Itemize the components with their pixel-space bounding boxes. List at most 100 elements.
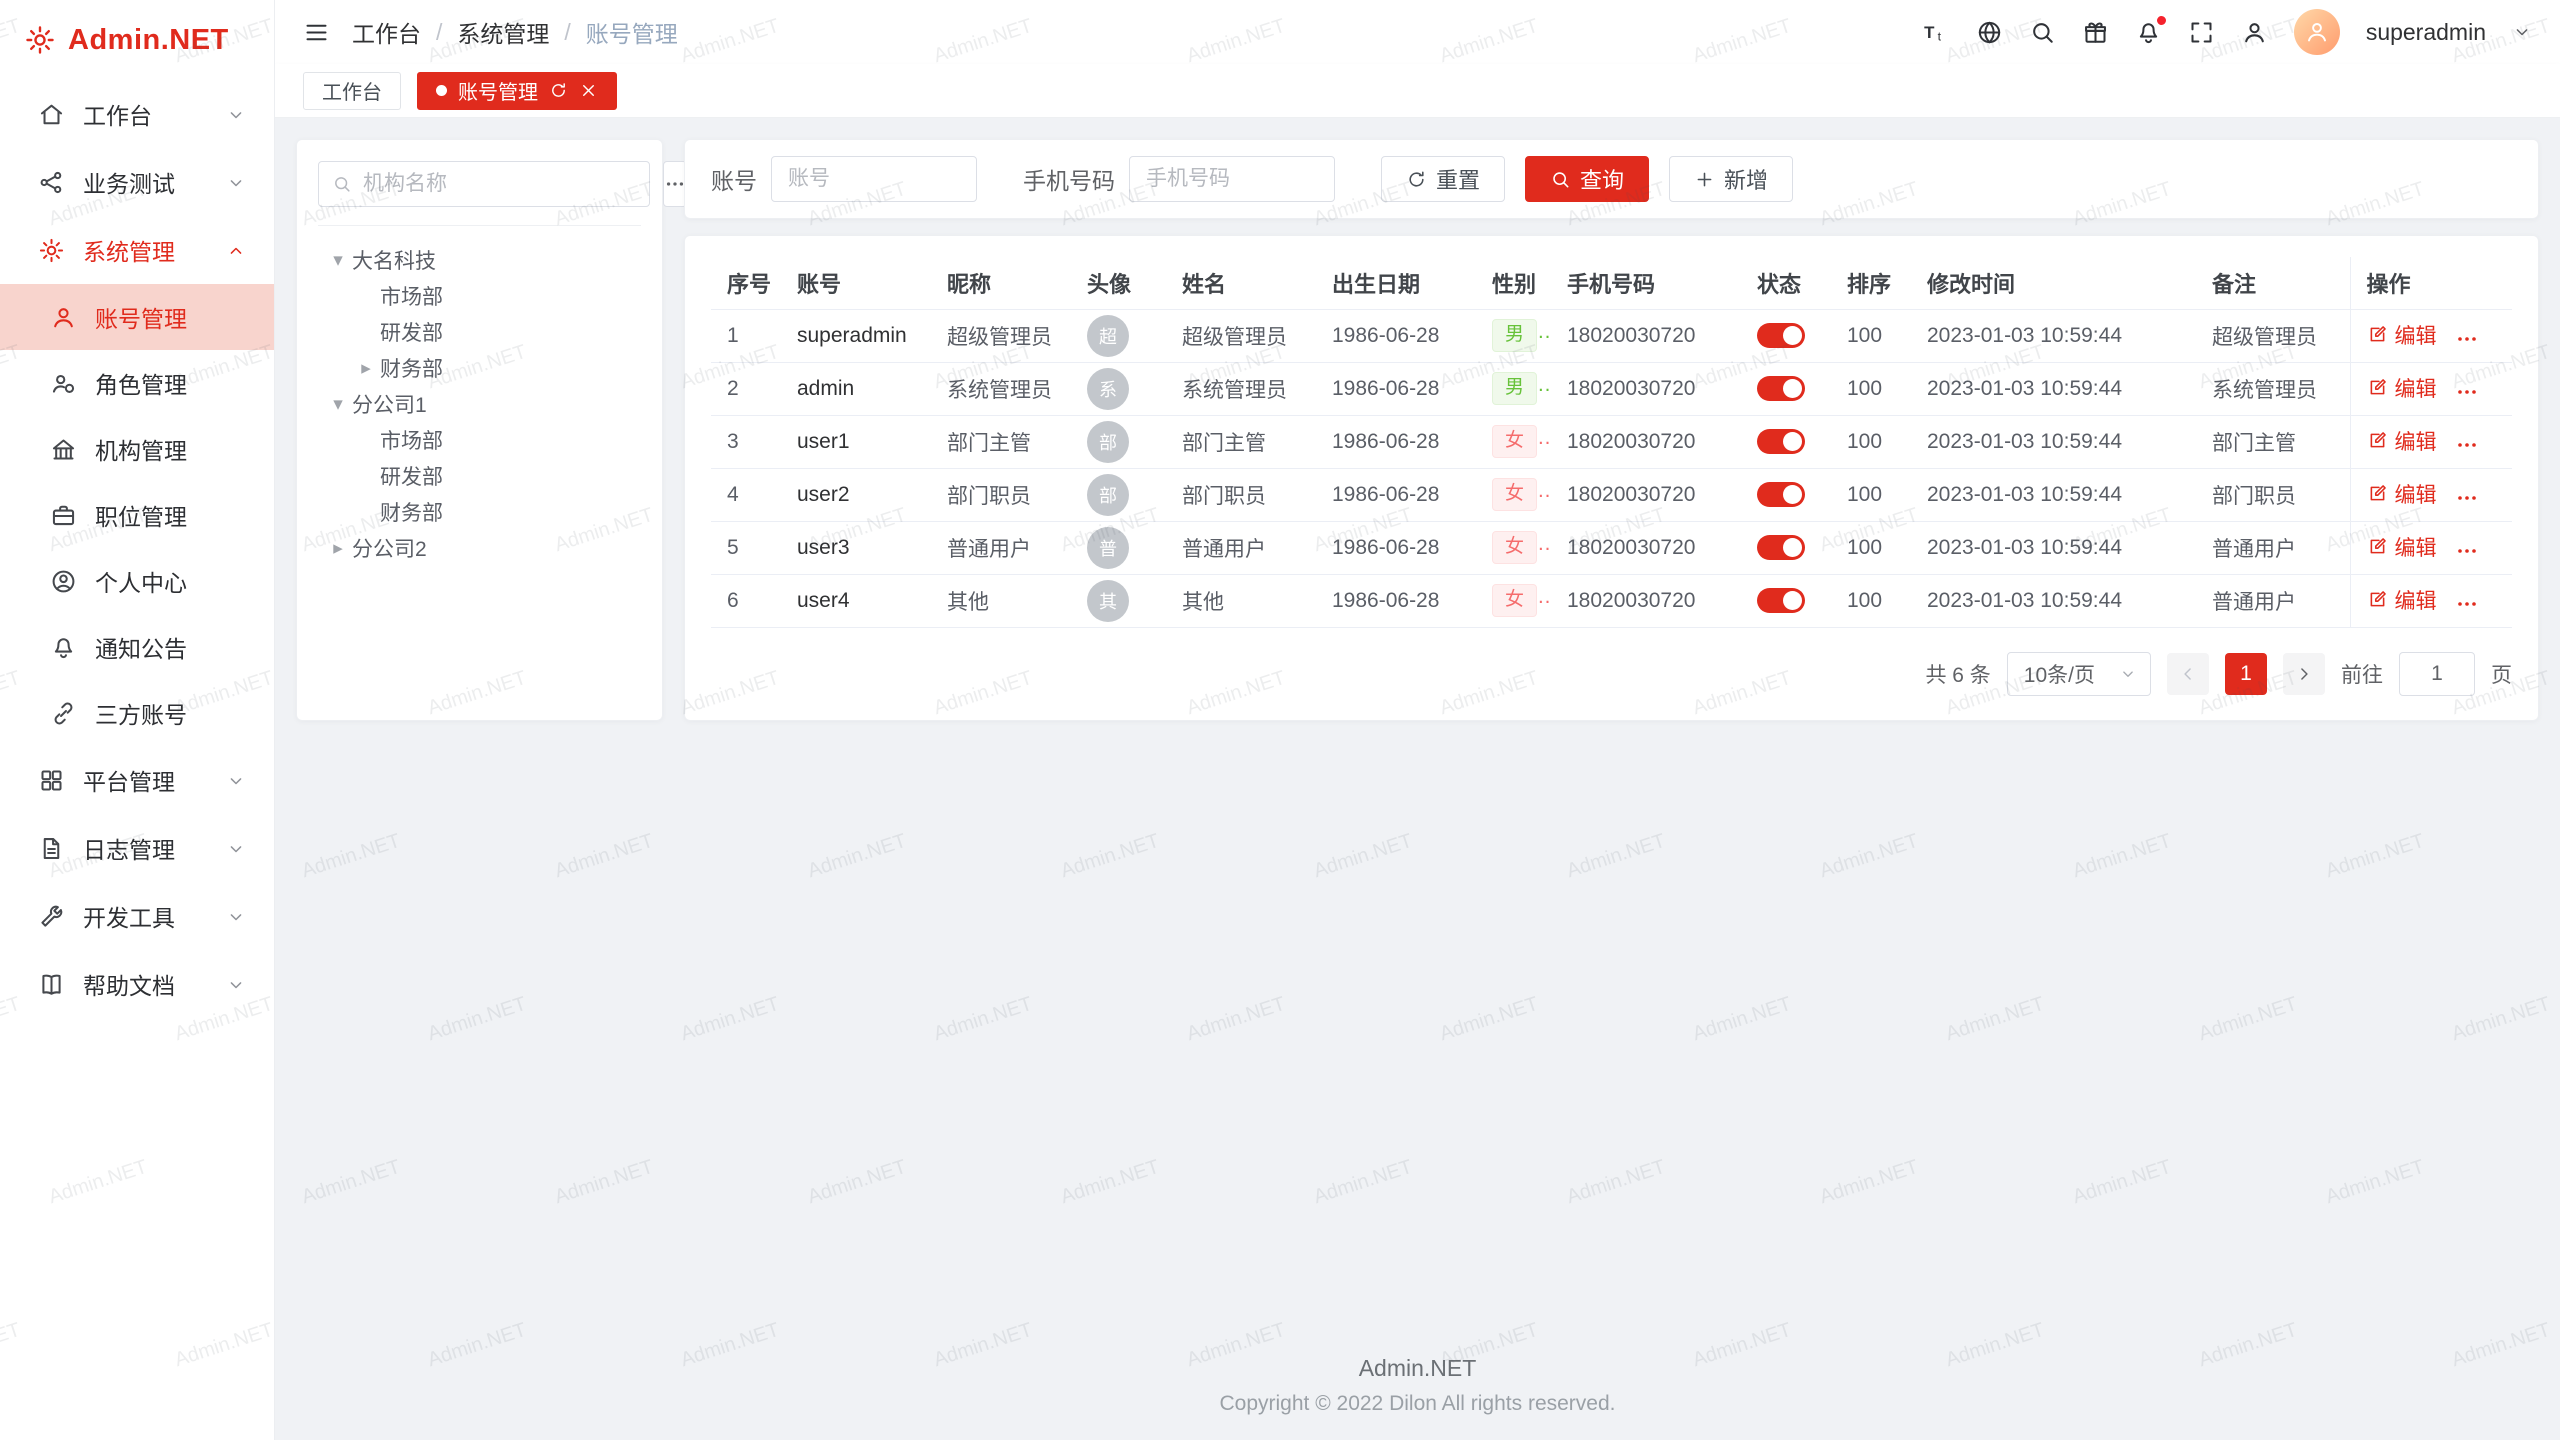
prev-page-button[interactable] bbox=[2167, 653, 2209, 695]
status-toggle[interactable] bbox=[1757, 482, 1805, 507]
row-more-button[interactable] bbox=[2455, 486, 2479, 510]
sidebar-subitem-org[interactable]: 机构管理 bbox=[0, 416, 274, 482]
sidebar-subitem-profile[interactable]: 个人中心 bbox=[0, 548, 274, 614]
chevron-down-icon bbox=[226, 906, 246, 926]
table-row: 2 admin 系统管理员 系 系统管理员 1986-06-28 男 18020… bbox=[711, 362, 2512, 415]
svg-text:T: T bbox=[1924, 23, 1935, 42]
edit-button[interactable]: 编辑 bbox=[2367, 426, 2437, 456]
gender-tag: 男 bbox=[1492, 319, 1537, 352]
search-button[interactable]: 查询 bbox=[1525, 156, 1649, 202]
next-page-button[interactable] bbox=[2283, 653, 2325, 695]
breadcrumb-item[interactable]: 工作台 bbox=[352, 15, 421, 49]
sidebar-item-label: 帮助文档 bbox=[83, 967, 208, 1001]
goto-page-input[interactable] bbox=[2399, 652, 2475, 696]
sidebar-item-help[interactable]: 帮助文档 bbox=[0, 950, 274, 1018]
tree-node[interactable]: 财务部 bbox=[318, 494, 641, 530]
breadcrumb-item[interactable]: 账号管理 bbox=[586, 15, 678, 49]
tree-node[interactable]: 研发部 bbox=[318, 314, 641, 350]
breadcrumb-item[interactable]: 系统管理 bbox=[457, 15, 549, 49]
cell-account: user3 bbox=[781, 521, 931, 574]
hamburger-icon[interactable] bbox=[303, 19, 330, 46]
column-header: 性别 bbox=[1476, 257, 1551, 309]
page-size-select[interactable]: 10条/页 bbox=[2007, 652, 2151, 696]
status-toggle[interactable] bbox=[1757, 323, 1805, 348]
phone-input[interactable] bbox=[1129, 156, 1335, 202]
edit-button[interactable]: 编辑 bbox=[2367, 373, 2437, 403]
chevron-down-icon bbox=[226, 172, 246, 192]
cell-actions: 编辑 bbox=[2350, 309, 2512, 362]
sidebar-subitem-account[interactable]: 账号管理 bbox=[0, 284, 274, 350]
filter-bar: 账号 手机号码 重置 查询 bbox=[684, 139, 2539, 219]
sidebar-item-system[interactable]: 系统管理 bbox=[0, 216, 274, 284]
edit-label: 编辑 bbox=[2395, 585, 2437, 615]
status-toggle[interactable] bbox=[1757, 429, 1805, 454]
cell-status bbox=[1741, 468, 1831, 521]
reset-button[interactable]: 重置 bbox=[1381, 156, 1505, 202]
row-avatar: 其 bbox=[1087, 580, 1129, 622]
notification-bell[interactable] bbox=[2135, 19, 2162, 46]
cell-gender: 男 bbox=[1476, 362, 1551, 415]
tree-node-label: 市场部 bbox=[380, 425, 443, 455]
column-header: 账号 bbox=[781, 257, 931, 309]
edit-button[interactable]: 编辑 bbox=[2367, 320, 2437, 350]
sidebar-subitem-position[interactable]: 职位管理 bbox=[0, 482, 274, 548]
fullscreen-icon[interactable] bbox=[2188, 19, 2215, 46]
tab-workbench[interactable]: 工作台 bbox=[303, 72, 401, 110]
status-toggle[interactable] bbox=[1757, 588, 1805, 613]
account-table-panel: 序号账号昵称头像姓名出生日期性别手机号码状态排序修改时间备注操作 1 super… bbox=[684, 235, 2539, 721]
cell-nickname: 部门主管 bbox=[931, 415, 1071, 468]
tree-node[interactable]: ▾ 大名科技 bbox=[318, 242, 641, 278]
account-input[interactable] bbox=[771, 156, 977, 202]
profile-icon[interactable] bbox=[2241, 19, 2268, 46]
sidebar-subitem-label: 账号管理 bbox=[95, 300, 248, 334]
close-tab-icon[interactable] bbox=[579, 81, 598, 100]
status-toggle[interactable] bbox=[1757, 535, 1805, 560]
row-more-button[interactable] bbox=[2455, 539, 2479, 563]
font-size-icon[interactable]: Tt bbox=[1923, 19, 1950, 46]
edit-button[interactable]: 编辑 bbox=[2367, 585, 2437, 615]
globe-icon[interactable] bbox=[1976, 19, 2003, 46]
column-header: 排序 bbox=[1831, 257, 1911, 309]
edit-icon bbox=[2367, 377, 2388, 398]
row-more-button[interactable] bbox=[2455, 380, 2479, 404]
sidebar-item-log[interactable]: 日志管理 bbox=[0, 814, 274, 882]
status-toggle[interactable] bbox=[1757, 376, 1805, 401]
caret-down-icon: ▾ bbox=[324, 393, 352, 416]
sidebar-subitem-role[interactable]: 角色管理 bbox=[0, 350, 274, 416]
tree-node[interactable]: 市场部 bbox=[318, 422, 641, 458]
logo[interactable]: Admin.NET bbox=[0, 0, 274, 80]
tab-account[interactable]: 账号管理 bbox=[417, 72, 617, 110]
edit-label: 编辑 bbox=[2395, 373, 2437, 403]
username[interactable]: superadmin bbox=[2366, 19, 2486, 46]
edit-button[interactable]: 编辑 bbox=[2367, 479, 2437, 509]
sidebar-subitem-notice[interactable]: 通知公告 bbox=[0, 614, 274, 680]
row-more-button[interactable] bbox=[2455, 433, 2479, 457]
gift-icon[interactable] bbox=[2082, 19, 2109, 46]
tree-node[interactable]: 市场部 bbox=[318, 278, 641, 314]
page-number-1[interactable]: 1 bbox=[2225, 653, 2267, 695]
column-header: 出生日期 bbox=[1316, 257, 1476, 309]
sidebar-item-business-test[interactable]: 业务测试 bbox=[0, 148, 274, 216]
chevron-down-icon bbox=[226, 838, 246, 858]
org-search-input[interactable] bbox=[361, 171, 636, 197]
tree-node[interactable]: ▸ 分公司2 bbox=[318, 530, 641, 566]
tree-node[interactable]: 研发部 bbox=[318, 458, 641, 494]
tree-node[interactable]: ▾ 分公司1 bbox=[318, 386, 641, 422]
sidebar-subitem-third-account[interactable]: 三方账号 bbox=[0, 680, 274, 746]
row-more-button[interactable] bbox=[2455, 592, 2479, 616]
edit-button[interactable]: 编辑 bbox=[2367, 532, 2437, 562]
user-avatar[interactable] bbox=[2294, 9, 2340, 55]
role-icon bbox=[50, 370, 77, 397]
sidebar-subitem-label: 角色管理 bbox=[95, 366, 248, 400]
caret-down-icon: ▾ bbox=[324, 249, 352, 272]
row-more-button[interactable] bbox=[2455, 327, 2479, 351]
sidebar-item-workbench[interactable]: 工作台 bbox=[0, 80, 274, 148]
search-icon[interactable] bbox=[2029, 19, 2056, 46]
topbar: 工作台/系统管理/账号管理 Tt superadmin bbox=[275, 0, 2560, 64]
sidebar-item-devtools[interactable]: 开发工具 bbox=[0, 882, 274, 950]
sidebar-item-platform[interactable]: 平台管理 bbox=[0, 746, 274, 814]
tree-node[interactable]: ▸ 财务部 bbox=[318, 350, 641, 386]
cell-gender: 男 bbox=[1476, 309, 1551, 362]
add-button[interactable]: 新增 bbox=[1669, 156, 1793, 202]
refresh-tab-icon[interactable] bbox=[549, 81, 568, 100]
